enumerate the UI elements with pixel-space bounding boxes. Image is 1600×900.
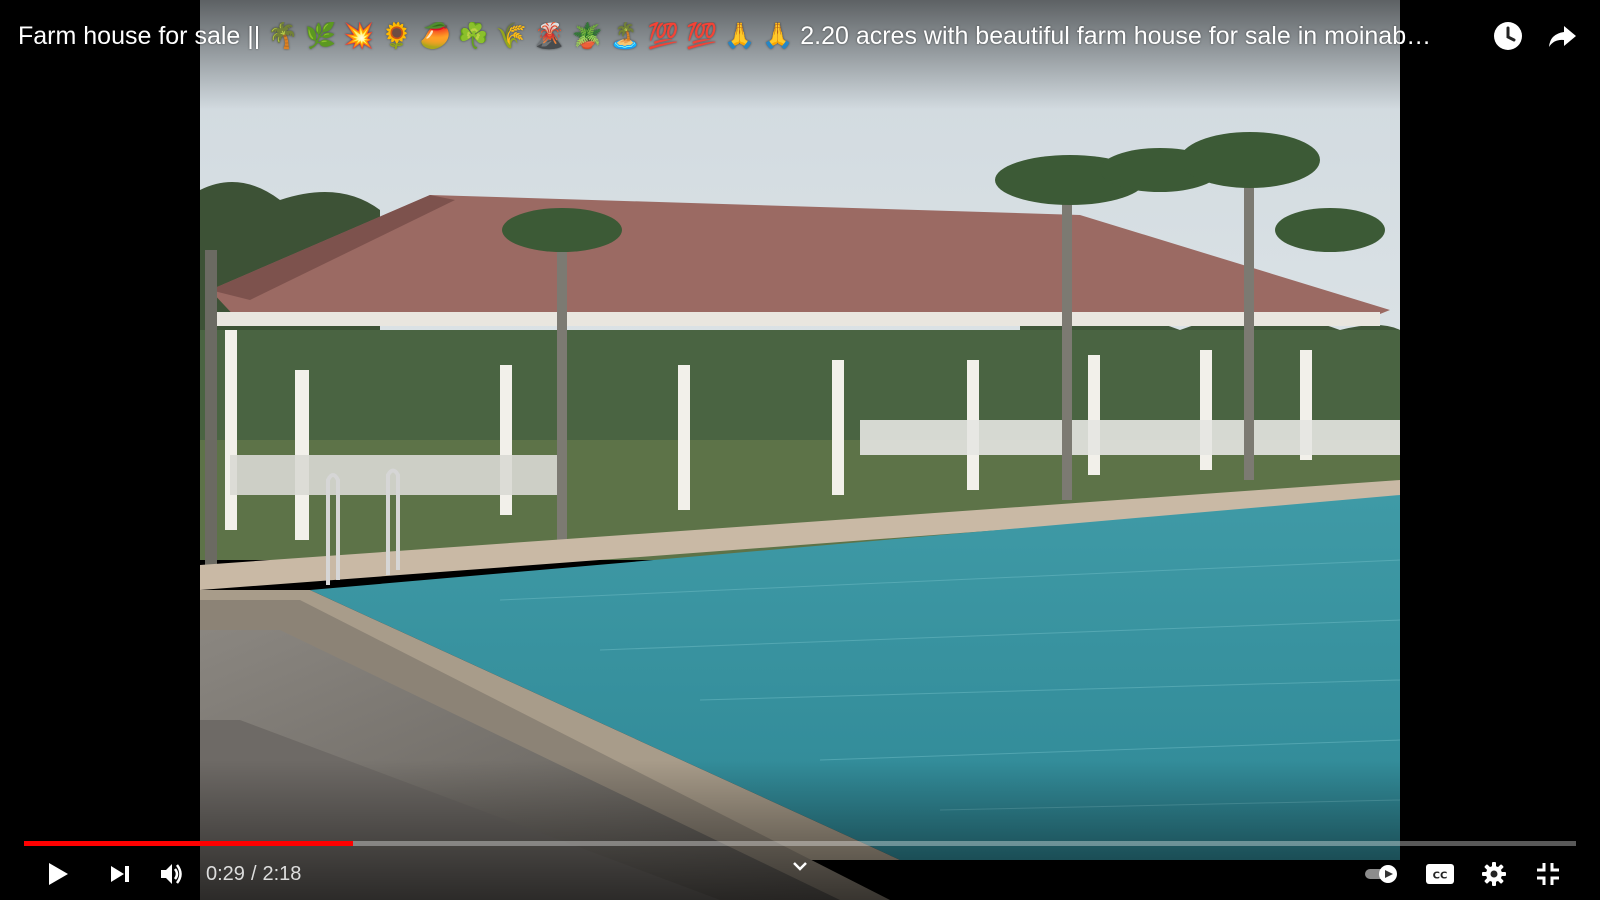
player-controls: 0:29 / 2:18 CC — [0, 852, 1600, 896]
play-icon — [49, 863, 68, 885]
autoplay-toggle[interactable] — [1360, 852, 1404, 896]
current-time: 0:29 — [206, 862, 245, 885]
duration: 2:18 — [262, 862, 302, 885]
settings-button[interactable] — [1472, 852, 1516, 896]
video-image — [200, 0, 1400, 900]
progress-played — [24, 841, 354, 846]
cc-icon: CC — [1426, 864, 1454, 884]
share-button[interactable] — [1540, 14, 1584, 58]
svg-text:CC: CC — [1433, 871, 1448, 882]
watch-later-button[interactable] — [1486, 14, 1530, 58]
gear-icon — [1482, 862, 1506, 886]
volume-button[interactable] — [150, 852, 194, 896]
chevron-down-icon — [793, 862, 807, 871]
time-display: 0:29 / 2:18 — [206, 852, 301, 896]
autoplay-toggle-icon — [1365, 865, 1397, 883]
fullscreen-exit-icon — [1537, 863, 1559, 885]
chapters-button[interactable] — [778, 844, 822, 888]
video-frame[interactable] — [200, 0, 1400, 900]
skip-next-icon — [111, 866, 129, 882]
video-title[interactable]: Farm house for sale || 🌴 🌿 💥 🌻 🥭 ☘️ 🌾 🌋 … — [18, 22, 1431, 51]
title-bar: Farm house for sale || 🌴 🌿 💥 🌻 🥭 ☘️ 🌾 🌋 … — [18, 14, 1470, 58]
share-arrow-icon — [1549, 26, 1576, 47]
next-button[interactable] — [98, 852, 142, 896]
clock-icon — [1494, 22, 1522, 50]
fullscreen-exit-button[interactable] — [1526, 852, 1570, 896]
play-button[interactable] — [36, 852, 80, 896]
volume-icon — [161, 864, 182, 884]
video-player[interactable]: Farm house for sale || 🌴 🌿 💥 🌻 🥭 ☘️ 🌾 🌋 … — [0, 0, 1600, 900]
captions-button[interactable]: CC — [1418, 852, 1462, 896]
time-separator: / — [250, 862, 257, 885]
